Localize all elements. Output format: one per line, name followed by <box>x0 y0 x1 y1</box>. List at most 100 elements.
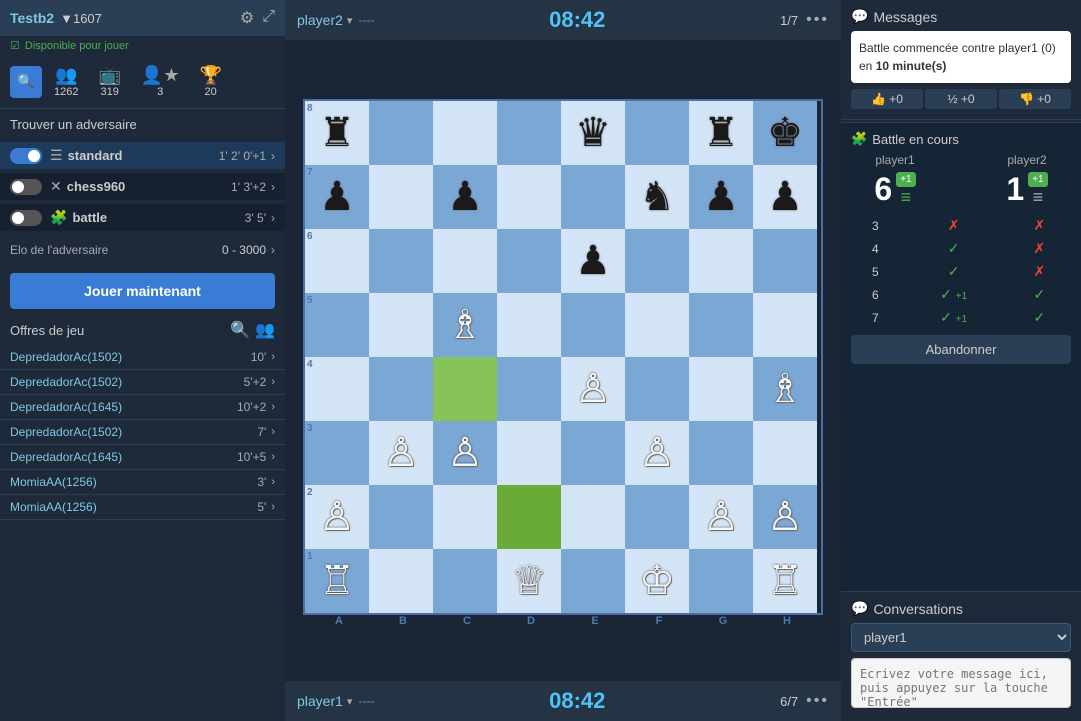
settings-icon[interactable]: ⚙ <box>240 8 254 28</box>
board-cell[interactable] <box>433 549 497 613</box>
board-cell[interactable] <box>433 229 497 293</box>
board-cell[interactable] <box>369 549 433 613</box>
board-cell[interactable] <box>625 485 689 549</box>
rank-label: 1 <box>307 551 313 562</box>
board-cell[interactable] <box>561 485 625 549</box>
board-cell[interactable] <box>369 357 433 421</box>
board-cell[interactable] <box>369 485 433 549</box>
abandon-button[interactable]: Abandonner <box>851 335 1071 364</box>
board-cell[interactable] <box>497 293 561 357</box>
offer-item[interactable]: DepredadorAc(1502) 5'+2 › <box>0 370 285 395</box>
board-cell[interactable] <box>497 101 561 165</box>
play-button[interactable]: Jouer maintenant <box>10 273 275 309</box>
like-button[interactable]: 👍 +0 <box>851 89 923 109</box>
board-cell[interactable]: ♞ <box>625 165 689 229</box>
board-cell[interactable] <box>753 293 817 357</box>
toggle-battle[interactable] <box>10 210 42 226</box>
board-cell[interactable]: ♙ <box>433 421 497 485</box>
board-cell[interactable]: 3 <box>305 421 369 485</box>
board-cell[interactable]: 5 <box>305 293 369 357</box>
board-cell[interactable]: 1♖ <box>305 549 369 613</box>
board-cell[interactable]: ♜ <box>689 101 753 165</box>
add-offer-icon[interactable]: 👥 <box>255 320 275 340</box>
board-cell[interactable] <box>369 101 433 165</box>
board-cell[interactable]: ♙ <box>369 421 433 485</box>
board-cell[interactable]: 6 <box>305 229 369 293</box>
board-cell[interactable] <box>561 165 625 229</box>
board-cell[interactable]: ♟ <box>561 229 625 293</box>
board-cell[interactable] <box>625 229 689 293</box>
toggle-chess960[interactable] <box>10 179 42 195</box>
board-cell[interactable] <box>561 421 625 485</box>
dislike-button[interactable]: 👎 +0 <box>999 89 1071 109</box>
board-cell[interactable] <box>753 229 817 293</box>
board-cell[interactable] <box>561 293 625 357</box>
board-cell[interactable]: ♛ <box>561 101 625 165</box>
offer-item[interactable]: MomiaAA(1256) 3' › <box>0 470 285 495</box>
offer-name: DepredadorAc(1645) <box>10 400 237 414</box>
mode-battle[interactable]: 🧩 battle 3' 5' › <box>0 204 285 231</box>
board-cell[interactable]: ♔ <box>625 549 689 613</box>
board-cell[interactable]: 2♙ <box>305 485 369 549</box>
board-cell[interactable] <box>497 485 561 549</box>
offer-item[interactable]: DepredadorAc(1502) 7' › <box>0 420 285 445</box>
board-cell[interactable] <box>689 421 753 485</box>
message-input[interactable] <box>851 658 1071 708</box>
board-cell[interactable] <box>433 485 497 549</box>
offer-item[interactable]: DepredadorAc(1645) 10'+2 › <box>0 395 285 420</box>
board-cell[interactable] <box>689 357 753 421</box>
half-button[interactable]: ½ +0 <box>925 89 997 109</box>
expand-icon[interactable]: ⤢ <box>262 8 275 28</box>
board-cell[interactable] <box>497 421 561 485</box>
toggle-standard[interactable] <box>10 148 42 164</box>
tv-nav[interactable]: 📺 319 <box>90 61 128 102</box>
trophy-nav[interactable]: 🏆 20 <box>191 61 229 102</box>
board-cell[interactable] <box>497 357 561 421</box>
board-cell[interactable] <box>369 293 433 357</box>
board-cell[interactable]: ♙ <box>561 357 625 421</box>
board-cell[interactable]: ♟ <box>753 165 817 229</box>
board-cell[interactable]: ♙ <box>689 485 753 549</box>
board-cell[interactable]: 7♟ <box>305 165 369 229</box>
top-options-button[interactable]: ••• <box>806 11 829 29</box>
board-cell[interactable] <box>753 421 817 485</box>
user-star-nav[interactable]: 👤★ 3 <box>133 61 188 102</box>
board-cell[interactable]: 4 <box>305 357 369 421</box>
p2-r4: ✗ <box>1033 240 1045 256</box>
board-cell[interactable] <box>433 101 497 165</box>
board-cell[interactable]: ♗ <box>433 293 497 357</box>
board-cell[interactable] <box>689 293 753 357</box>
board-cell[interactable]: ♖ <box>753 549 817 613</box>
offers-icons: 🔍 👥 <box>230 320 275 340</box>
board-cell[interactable] <box>369 229 433 293</box>
chess-piece: ♖ <box>767 561 803 601</box>
board-cell[interactable]: ♚ <box>753 101 817 165</box>
offer-item[interactable]: DepredadorAc(1502) 10' › <box>0 345 285 370</box>
board-cell[interactable] <box>689 549 753 613</box>
bottom-options-button[interactable]: ••• <box>806 692 829 710</box>
offer-item[interactable]: DepredadorAc(1645) 10'+5 › <box>0 445 285 470</box>
board-cell[interactable] <box>689 229 753 293</box>
player-select[interactable]: player1 <box>851 623 1071 652</box>
search-button[interactable]: 🔍 <box>10 66 42 98</box>
search-offers-icon[interactable]: 🔍 <box>230 320 250 340</box>
board-cell[interactable]: ♕ <box>497 549 561 613</box>
board-cell[interactable] <box>625 101 689 165</box>
board-cell[interactable]: 8♜ <box>305 101 369 165</box>
friends-nav[interactable]: 👥 1262 <box>46 61 86 102</box>
board-cell[interactable]: ♗ <box>753 357 817 421</box>
board-cell[interactable] <box>433 357 497 421</box>
board-cell[interactable] <box>497 165 561 229</box>
board-cell[interactable] <box>625 293 689 357</box>
board-cell[interactable]: ♙ <box>625 421 689 485</box>
board-cell[interactable]: ♙ <box>753 485 817 549</box>
mode-standard[interactable]: ☰ standard 1' 2' 0'+1 › <box>0 142 285 169</box>
board-cell[interactable]: ♟ <box>689 165 753 229</box>
board-cell[interactable]: ♟ <box>433 165 497 229</box>
board-cell[interactable] <box>561 549 625 613</box>
board-cell[interactable] <box>625 357 689 421</box>
mode-chess960[interactable]: ✕ chess960 1' 3'+2 › <box>0 173 285 200</box>
board-cell[interactable] <box>369 165 433 229</box>
board-cell[interactable] <box>497 229 561 293</box>
offer-item[interactable]: MomiaAA(1256) 5' › <box>0 495 285 520</box>
